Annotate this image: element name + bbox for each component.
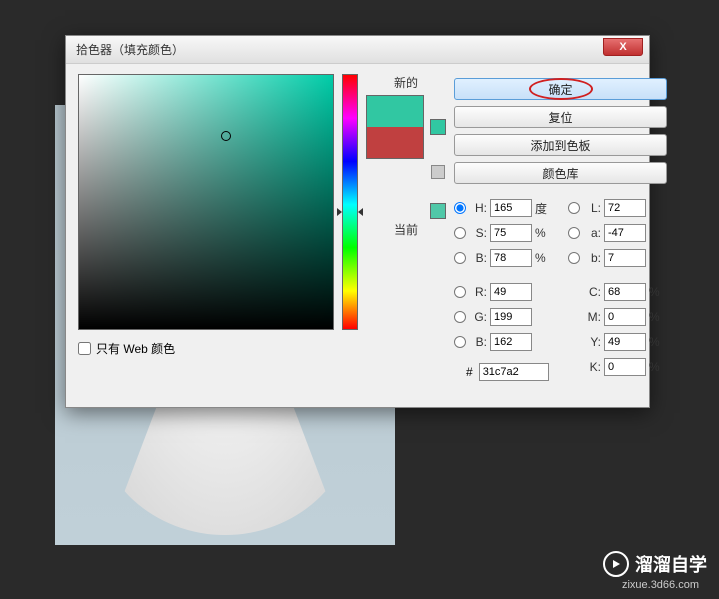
input-g[interactable] xyxy=(490,308,532,326)
radio-l[interactable] xyxy=(568,202,580,214)
hsb-rgb-col: H: 度 S: % B: % xyxy=(454,198,553,381)
field-r: R: xyxy=(454,282,553,302)
input-lab-b[interactable] xyxy=(604,249,646,267)
field-lab-b: b: xyxy=(568,248,667,268)
hex-row: # xyxy=(466,363,553,381)
hue-arrow-left xyxy=(337,208,342,216)
hue-arrow-right xyxy=(358,208,363,216)
field-k: K: % xyxy=(568,357,667,377)
input-r[interactable] xyxy=(490,283,532,301)
input-h[interactable] xyxy=(490,199,532,217)
field-a: a: xyxy=(568,223,667,243)
reset-button[interactable]: 复位 xyxy=(454,106,667,128)
input-bl[interactable] xyxy=(490,333,532,351)
color-cursor[interactable] xyxy=(221,131,231,141)
hex-symbol: # xyxy=(466,365,473,379)
radio-h[interactable] xyxy=(454,202,466,214)
radio-a[interactable] xyxy=(568,227,580,239)
field-c: C: % xyxy=(568,282,667,302)
close-icon: X xyxy=(619,41,626,53)
hex-input[interactable] xyxy=(479,363,549,381)
radio-r[interactable] xyxy=(454,286,466,298)
titlebar[interactable]: 拾色器（填充颜色） X xyxy=(66,36,649,64)
current-label: 当前 xyxy=(394,221,418,238)
swatch-current[interactable] xyxy=(367,127,423,158)
input-l[interactable] xyxy=(604,199,646,217)
fields-area: H: 度 S: % B: % xyxy=(454,198,667,381)
swatch-column: 新的 当前 xyxy=(366,74,446,330)
radio-s[interactable] xyxy=(454,227,466,239)
add-swatch-button[interactable]: 添加到色板 xyxy=(454,134,667,156)
color-picker-dialog: 拾色器（填充颜色） X 新的 xyxy=(65,35,650,408)
mini-swatch-alt[interactable] xyxy=(430,203,446,219)
watermark-url: zixue.3d66.com xyxy=(622,579,699,591)
field-bl: B: xyxy=(454,332,553,352)
new-label: 新的 xyxy=(394,74,418,91)
field-s: S: % xyxy=(454,223,553,243)
field-m: M: % xyxy=(568,307,667,327)
input-s[interactable] xyxy=(490,224,532,242)
field-y: Y: % xyxy=(568,332,667,352)
hue-slider[interactable] xyxy=(342,74,358,330)
dialog-body: 新的 当前 xyxy=(66,64,649,391)
lab-cmyk-col: L: a: b: xyxy=(568,198,667,381)
radio-b[interactable] xyxy=(454,252,466,264)
input-k[interactable] xyxy=(604,358,646,376)
right-column: 确定 复位 添加到色板 颜色库 H: 度 S: xyxy=(454,74,667,381)
field-l: L: xyxy=(568,198,667,218)
swatch-compare xyxy=(366,95,424,159)
input-c[interactable] xyxy=(604,283,646,301)
watermark: 溜溜自学 xyxy=(603,551,707,577)
web-only-row: 只有 Web 颜色 xyxy=(78,340,446,357)
cube-icon[interactable] xyxy=(431,165,445,179)
dialog-title: 拾色器（填充颜色） xyxy=(76,41,184,58)
input-a[interactable] xyxy=(604,224,646,242)
field-b: B: % xyxy=(454,248,553,268)
web-only-checkbox[interactable] xyxy=(78,342,91,355)
field-g: G: xyxy=(454,307,553,327)
ok-button[interactable]: 确定 xyxy=(454,78,667,100)
input-y[interactable] xyxy=(604,333,646,351)
close-button[interactable]: X xyxy=(603,38,643,56)
mini-swatch-new[interactable] xyxy=(430,119,446,135)
web-only-label: 只有 Web 颜色 xyxy=(96,340,175,357)
input-m[interactable] xyxy=(604,308,646,326)
color-library-button[interactable]: 颜色库 xyxy=(454,162,667,184)
field-h: H: 度 xyxy=(454,198,553,218)
color-field[interactable] xyxy=(78,74,334,330)
radio-bl[interactable] xyxy=(454,336,466,348)
play-icon xyxy=(603,551,629,577)
radio-lab-b[interactable] xyxy=(568,252,580,264)
radio-g[interactable] xyxy=(454,311,466,323)
left-column: 新的 当前 xyxy=(78,74,446,381)
watermark-brand: 溜溜自学 xyxy=(635,551,707,577)
input-b[interactable] xyxy=(490,249,532,267)
swatch-new[interactable] xyxy=(367,96,423,127)
